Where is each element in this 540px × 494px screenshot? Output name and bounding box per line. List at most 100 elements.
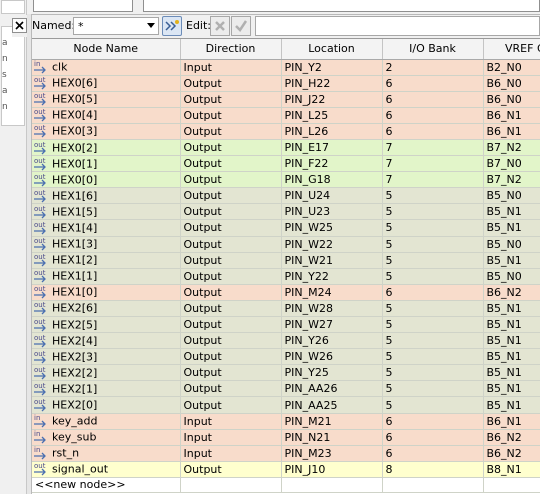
cell-io-bank[interactable]: 5 [382, 316, 484, 334]
cell-node-name[interactable]: out HEX0[1] [32, 155, 181, 173]
cell-node-name[interactable]: out HEX0[4] [32, 107, 181, 124]
cell-direction[interactable]: Output [180, 219, 282, 237]
cell-io-bank[interactable]: 6 [382, 429, 484, 446]
cell-location[interactable]: PIN_G18 [281, 171, 383, 189]
table-row[interactable]: out HEX1[0] Output PIN_M24 6 B6_N2 [32, 284, 540, 301]
cell-node-name[interactable]: out signal_out [32, 461, 181, 478]
cell-direction[interactable]: Input [180, 445, 282, 462]
cell-location[interactable]: PIN_M21 [281, 413, 383, 430]
column-header-io-bank[interactable]: I/O Bank [382, 39, 484, 60]
cell-vref-group[interactable]: B7_N2 [483, 139, 540, 157]
chevron-down-icon[interactable] [147, 23, 155, 28]
cell-direction[interactable]: Output [180, 171, 282, 189]
cell-io-bank[interactable]: 5 [382, 268, 484, 285]
cell-location[interactable]: PIN_F22 [281, 155, 383, 173]
cell-io-bank[interactable]: 5 [382, 203, 484, 221]
cell-node-name[interactable]: out HEX0[3] [32, 123, 181, 140]
cell-location[interactable]: PIN_W25 [281, 219, 383, 237]
table-row[interactable]: in rst_n Input PIN_M23 6 B6_N2 [32, 445, 540, 462]
cell-direction[interactable]: Output [180, 284, 282, 301]
cell-node-name[interactable]: in clk [32, 59, 181, 76]
new-node-cell[interactable]: <<new node>> [32, 477, 181, 493]
cell-location[interactable]: PIN_W21 [281, 252, 383, 269]
cell-node-name[interactable]: out HEX2[4] [32, 332, 181, 350]
cell-node-name[interactable]: out HEX1[4] [32, 219, 181, 237]
cell-node-name[interactable]: in key_add [32, 413, 181, 430]
cell-io-bank[interactable]: 5 [382, 187, 484, 205]
cell-location[interactable]: PIN_L25 [281, 107, 383, 124]
table-row[interactable]: out HEX2[0] Output PIN_AA25 5 B5_N1 [32, 396, 540, 414]
table-row[interactable]: out HEX1[2] Output PIN_W21 5 B5_N1 [32, 252, 540, 269]
table-row[interactable]: out HEX2[2] Output PIN_Y25 5 B5_N1 [32, 364, 540, 382]
cell-io-bank[interactable]: 6 [382, 445, 484, 462]
table-row[interactable]: out signal_out Output PIN_J10 8 B8_N1 [32, 461, 540, 478]
table-row[interactable]: out HEX1[4] Output PIN_W25 5 B5_N1 [32, 219, 540, 237]
cell-node-name[interactable]: in key_sub [32, 429, 181, 446]
cell-location[interactable]: PIN_H22 [281, 75, 383, 92]
cell-vref-group[interactable]: B5_N1 [483, 380, 540, 398]
cell-io-bank[interactable]: 5 [382, 364, 484, 382]
cell-vref-group[interactable]: B6_N1 [483, 123, 540, 140]
cell-io-bank[interactable]: 5 [382, 380, 484, 398]
cell-vref-group[interactable]: B5_N1 [483, 219, 540, 237]
cell-location[interactable]: PIN_E17 [281, 139, 383, 157]
pin-assignment-table[interactable]: Node Name Direction Location I/O Bank VR… [32, 38, 540, 494]
table-row[interactable]: out HEX0[6] Output PIN_H22 6 B6_N0 [32, 75, 540, 92]
cell-node-name[interactable]: out HEX2[2] [32, 364, 181, 382]
cell-io-bank[interactable]: 6 [382, 75, 484, 92]
cell-location[interactable]: PIN_M24 [281, 284, 383, 301]
cell-location[interactable]: PIN_W28 [281, 300, 383, 318]
cell-vref-group[interactable]: B6_N2 [483, 284, 540, 301]
cell-location[interactable]: PIN_Y2 [281, 59, 383, 76]
new-node-row[interactable]: <<new node>> [32, 477, 540, 493]
cell-node-name[interactable]: out HEX1[2] [32, 252, 181, 269]
cell-direction[interactable]: Output [180, 155, 282, 173]
cell-node-name[interactable]: out HEX1[1] [32, 268, 181, 285]
node-finder-button[interactable] [162, 16, 182, 36]
cell-direction[interactable]: Output [180, 332, 282, 350]
cell-io-bank[interactable]: 6 [382, 123, 484, 140]
table-row[interactable]: out HEX2[5] Output PIN_W27 5 B5_N1 [32, 316, 540, 334]
cell-direction[interactable]: Output [180, 75, 282, 92]
cell-location[interactable]: PIN_N21 [281, 429, 383, 446]
cell-vref-group[interactable]: B6_N2 [483, 445, 540, 462]
cell-location[interactable]: PIN_J10 [281, 461, 383, 478]
cell-direction[interactable]: Input [180, 413, 282, 430]
cell-location[interactable]: PIN_L26 [281, 123, 383, 140]
cell-location[interactable]: PIN_Y26 [281, 332, 383, 350]
cell-vref-group[interactable]: B5_N1 [483, 203, 540, 221]
cell-direction[interactable]: Output [180, 139, 282, 157]
table-row[interactable]: out HEX1[5] Output PIN_U23 5 B5_N1 [32, 203, 540, 221]
cell-vref-group[interactable]: B5_N1 [483, 316, 540, 334]
cell-vref-group[interactable]: B7_N0 [483, 155, 540, 173]
cell-location[interactable]: PIN_J22 [281, 91, 383, 108]
cell-node-name[interactable]: out HEX2[6] [32, 300, 181, 318]
cell-direction[interactable]: Output [180, 187, 282, 205]
cell-vref-group[interactable]: B6_N2 [483, 429, 540, 446]
cell-node-name[interactable]: out HEX1[0] [32, 284, 181, 301]
cell-direction[interactable]: Output [180, 461, 282, 478]
named-filter-combo[interactable]: * [73, 17, 159, 35]
new-node-empty-cell[interactable] [180, 477, 282, 493]
cell-vref-group[interactable]: B5_N0 [483, 268, 540, 285]
cell-node-name[interactable]: out HEX1[5] [32, 203, 181, 221]
column-header-vref-group[interactable]: VREF Gr [483, 39, 540, 60]
cell-location[interactable]: PIN_Y25 [281, 364, 383, 382]
cell-vref-group[interactable]: B5_N1 [483, 300, 540, 318]
cell-io-bank[interactable]: 5 [382, 300, 484, 318]
cell-vref-group[interactable]: B5_N1 [483, 396, 540, 414]
column-header-direction[interactable]: Direction [180, 39, 282, 60]
cell-io-bank[interactable]: 5 [382, 252, 484, 269]
cell-vref-group[interactable]: B5_N1 [483, 348, 540, 366]
table-row[interactable]: out HEX0[0] Output PIN_G18 7 B7_N2 [32, 171, 540, 189]
cell-direction[interactable]: Output [180, 380, 282, 398]
cell-io-bank[interactable]: 7 [382, 139, 484, 157]
edit-value-input[interactable] [255, 16, 540, 36]
cell-direction[interactable]: Output [180, 300, 282, 318]
cell-direction[interactable]: Output [180, 123, 282, 140]
cell-vref-group[interactable]: B5_N1 [483, 252, 540, 269]
cell-io-bank[interactable]: 6 [382, 107, 484, 124]
cell-vref-group[interactable]: B8_N1 [483, 461, 540, 478]
table-row[interactable]: out HEX0[1] Output PIN_F22 7 B7_N0 [32, 155, 540, 173]
cell-vref-group[interactable]: B5_N0 [483, 236, 540, 253]
